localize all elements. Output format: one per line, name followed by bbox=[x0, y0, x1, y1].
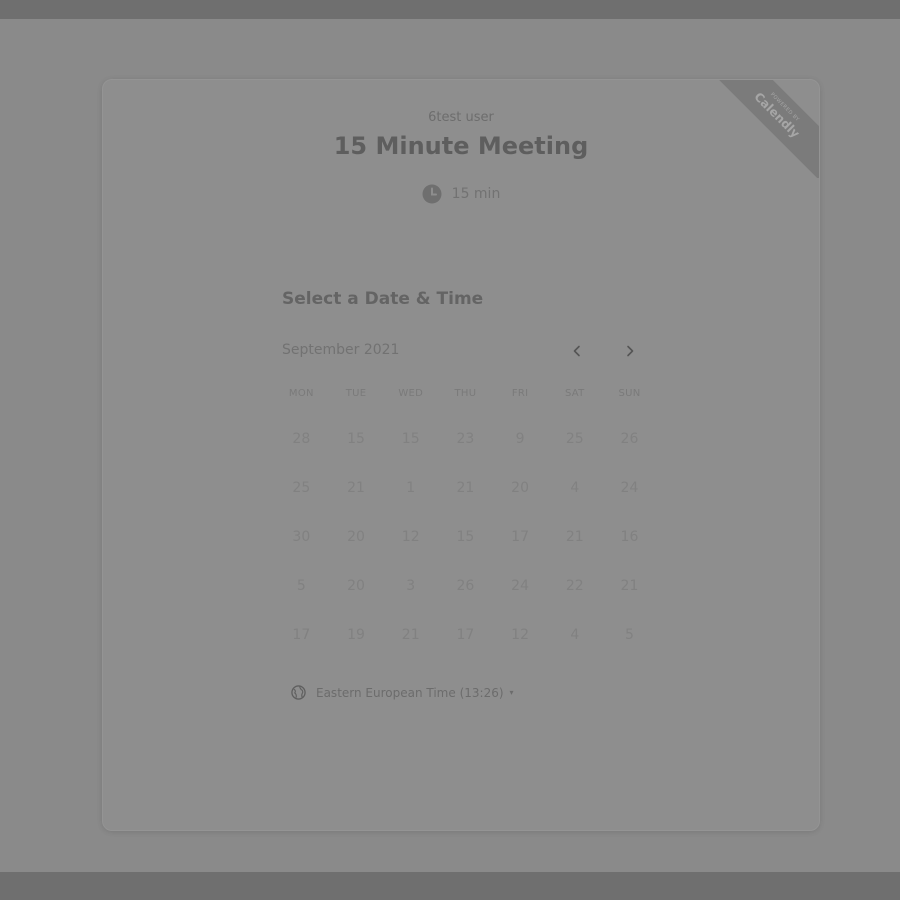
month-label: September 2021 bbox=[282, 342, 400, 358]
calendar-day: 12 bbox=[401, 528, 420, 545]
calendar-day: 20 bbox=[347, 577, 365, 594]
weekday-label: FRI bbox=[511, 388, 529, 399]
calendar-day: 4 bbox=[570, 479, 580, 496]
calendar-day: 15 bbox=[401, 430, 420, 447]
chevron-right-icon bbox=[627, 345, 634, 357]
calendar-day: 21 bbox=[347, 479, 365, 496]
calendar-day: 25 bbox=[292, 479, 311, 496]
calendar-day: 22 bbox=[565, 577, 584, 594]
calendar-day: 15 bbox=[347, 430, 365, 447]
calendar-week: 5 20 3 26 24 22 21 bbox=[274, 561, 658, 610]
calendar-day: 3 bbox=[406, 577, 416, 594]
calendar-day: 26 bbox=[456, 577, 475, 594]
weekday-header: MON TUE WED THU FRI SAT SUN bbox=[274, 388, 658, 404]
next-month-button[interactable] bbox=[617, 338, 643, 364]
calendar-day: 1 bbox=[406, 479, 416, 496]
weekday-label: WED bbox=[398, 388, 424, 399]
calendar-day: 24 bbox=[620, 479, 639, 496]
calendar-day: 24 bbox=[511, 577, 529, 594]
calendar-day: 16 bbox=[620, 528, 639, 545]
calendar-day: 19 bbox=[347, 626, 365, 643]
timezone-label: Eastern European Time (13:26) bbox=[316, 685, 504, 700]
calendar-day: 17 bbox=[456, 626, 475, 643]
calendar-day: 26 bbox=[620, 430, 639, 447]
calendar-day: 20 bbox=[347, 528, 365, 545]
host-name: 6test user bbox=[428, 110, 494, 125]
timezone-selector[interactable]: Eastern European Time (13:26) ▾ bbox=[291, 685, 514, 700]
calendar-day: 4 bbox=[570, 626, 580, 643]
top-bar bbox=[0, 0, 900, 19]
calendar-day: 12 bbox=[511, 626, 529, 643]
chevron-left-icon bbox=[573, 345, 580, 357]
ribbon-band[interactable]: POWERED BY Calendly bbox=[711, 80, 819, 178]
calendar-week: 17 19 21 17 12 4 5 bbox=[274, 610, 658, 659]
calendar-day: 17 bbox=[511, 528, 529, 545]
calendar-day: 30 bbox=[292, 528, 311, 545]
calendar-day: 28 bbox=[292, 430, 311, 447]
section-title: Select a Date & Time bbox=[282, 289, 484, 309]
calendar-day: 23 bbox=[456, 430, 475, 447]
calendar-day: 15 bbox=[456, 528, 475, 545]
duration-label: 15 min bbox=[451, 186, 501, 202]
calendar-day: 5 bbox=[296, 577, 306, 594]
calendar-day: 21 bbox=[620, 577, 639, 594]
calendar-day: 20 bbox=[511, 479, 529, 496]
calendar-day: 21 bbox=[401, 626, 420, 643]
bottom-bar bbox=[0, 872, 900, 900]
booking-card: POWERED BY Calendly 6test user 15 Minute… bbox=[102, 79, 820, 831]
calendar-week: 30 20 12 15 17 21 16 bbox=[274, 512, 658, 561]
event-title: 15 Minute Meeting bbox=[333, 132, 589, 160]
event-duration: 15 min bbox=[103, 184, 819, 204]
calendar-grid: MON TUE WED THU FRI SAT SUN 28 15 15 23 … bbox=[274, 388, 658, 659]
calendar-day: 21 bbox=[456, 479, 475, 496]
powered-by-ribbon[interactable]: POWERED BY Calendly bbox=[711, 80, 819, 178]
weekday-label: SAT bbox=[564, 388, 585, 399]
calendar-day: 21 bbox=[565, 528, 584, 545]
calendar-week: 25 21 1 21 20 4 24 bbox=[274, 463, 658, 512]
calendar-weeks: 28 15 15 23 9 25 26 25 21 1 21 20 4 24 3… bbox=[274, 414, 658, 659]
clock-icon bbox=[422, 184, 442, 204]
weekday-label: MON bbox=[288, 388, 314, 399]
caret-down-icon: ▾ bbox=[509, 688, 514, 697]
month-navigation: September 2021 bbox=[282, 342, 638, 362]
calendar-day: 17 bbox=[292, 626, 311, 643]
globe-icon bbox=[291, 685, 306, 700]
previous-month-button[interactable] bbox=[564, 338, 590, 364]
calendar-day: 25 bbox=[565, 430, 584, 447]
calendar-week: 28 15 15 23 9 25 26 bbox=[274, 414, 658, 463]
weekday-label: SUN bbox=[618, 388, 641, 399]
calendar-day: 9 bbox=[515, 430, 525, 447]
weekday-label: TUE bbox=[345, 388, 367, 399]
calendar-day: 5 bbox=[625, 626, 634, 643]
weekday-label: THU bbox=[454, 388, 477, 399]
